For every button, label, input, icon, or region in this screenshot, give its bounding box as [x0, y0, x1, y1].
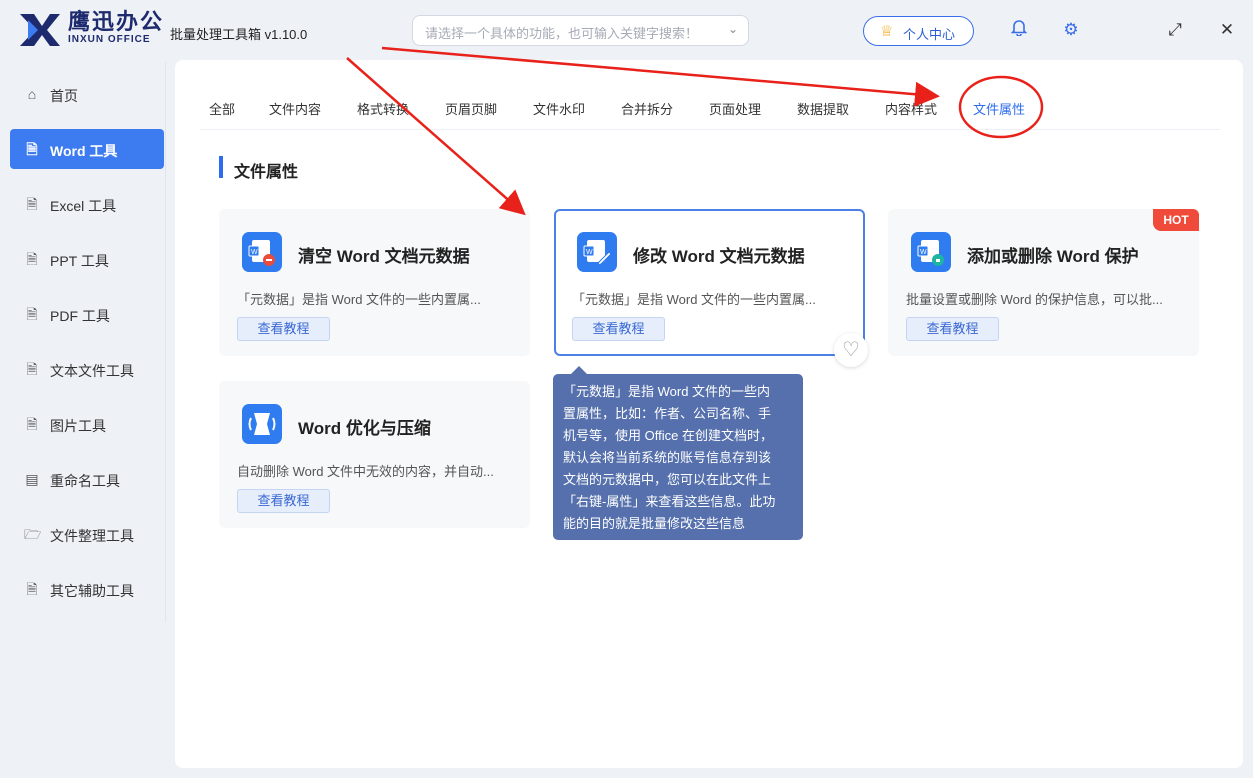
view-tutorial-button[interactable]: 查看教程 [906, 317, 999, 341]
sidebar-item-label: 其它辅助工具 [50, 583, 134, 599]
section-marker [219, 156, 223, 178]
brand-english: INXUN OFFICE [68, 34, 151, 45]
tab-merge-split[interactable]: 合并拆分 [621, 99, 673, 118]
pdf-file-icon: 🗎 [26, 306, 38, 322]
favorite-heart-icon[interactable]: ♡ [834, 333, 868, 367]
sidebar-item-pdf[interactable]: 🗎 PDF 工具 [10, 294, 164, 334]
svg-text:W: W [586, 249, 593, 256]
tab-file-content[interactable]: 文件内容 [269, 99, 321, 118]
svg-text:W: W [251, 249, 258, 256]
tab-page-processing[interactable]: 页面处理 [709, 99, 761, 118]
excel-file-icon: 🗎 [26, 196, 38, 212]
card-description: 「元数据」是指 Word 文件的一些内置属... [237, 292, 481, 307]
text-file-icon: 🗎 [26, 361, 38, 377]
tooltip-line: 默认会将当前系统的账号信息存到该 [563, 450, 772, 465]
tab-all[interactable]: 全部 [209, 99, 235, 118]
tooltip-line: 文档的元数据中，您可以在此文件上 [563, 472, 772, 487]
sidebar-item-label: PDF 工具 [50, 308, 110, 324]
sidebar-item-label: 首页 [50, 88, 78, 104]
word-protect-icon: W [911, 232, 951, 272]
sidebar-item-rename[interactable]: ▤ 重命名工具 [10, 459, 164, 499]
tooltip-line: 机号等，使用 Office 在创建文档时， [563, 428, 773, 443]
word-file-icon: 🗎 [26, 141, 38, 157]
sidebar-divider [165, 62, 166, 622]
tab-header-footer[interactable]: 页眉页脚 [445, 99, 497, 118]
tooltip-line: 能的目的就是批量修改这些信息 [563, 516, 746, 531]
view-tutorial-button[interactable]: 查看教程 [237, 317, 330, 341]
sidebar-item-image[interactable]: 🗎 图片工具 [10, 404, 164, 444]
card-title: 修改 Word 文档元数据 [633, 247, 805, 266]
compress-icon [242, 404, 282, 444]
hot-badge: HOT [1153, 209, 1199, 231]
tooltip-line: 「元数据」是指 Word 文件的一些内 [563, 384, 771, 399]
section-title: 文件属性 [234, 164, 299, 181]
search-box[interactable]: 请选择一个具体的功能，也可输入关键字搜索！ ⌄ [412, 15, 749, 46]
sidebar-item-label: 图片工具 [50, 418, 106, 434]
tab-data-extraction[interactable]: 数据提取 [797, 99, 849, 118]
title-bar: 鹰迅办公 INXUN OFFICE 批量处理工具箱 v1.10.0 请选择一个具… [0, 0, 1253, 62]
sidebar-item-other[interactable]: 🗎 其它辅助工具 [10, 569, 164, 609]
tool-card-modify-metadata[interactable]: W 修改 Word 文档元数据 「元数据」是指 Word 文件的一些内置属...… [554, 209, 865, 356]
tooltip-line: 「右键-属性」来查看这些信息。此功 [563, 494, 776, 509]
sidebar-item-excel[interactable]: 🗎 Excel 工具 [10, 184, 164, 224]
sidebar: ⌂ 首页 🗎 Word 工具 🗎 Excel 工具 🗎 PPT 工具 🗎 PDF… [0, 62, 166, 778]
ppt-file-icon: 🗎 [26, 251, 38, 267]
sidebar-item-home[interactable]: ⌂ 首页 [10, 74, 164, 114]
close-icon[interactable]: ✕ [1215, 18, 1239, 42]
brand-name: 鹰迅办公 [68, 9, 165, 34]
user-center-label: 个人中心 [903, 27, 956, 42]
chevron-down-icon[interactable]: ⌄ [728, 22, 738, 36]
tab-format-conversion[interactable]: 格式转换 [357, 99, 409, 118]
home-icon: ⌂ [27, 86, 37, 102]
image-file-icon: 🗎 [26, 416, 38, 432]
bell-icon[interactable] [1007, 18, 1031, 42]
svg-text:W: W [920, 249, 927, 256]
card-description: 自动删除 Word 文件中无效的内容，并自动... [237, 464, 494, 479]
tab-watermark[interactable]: 文件水印 [533, 99, 585, 118]
sidebar-item-text[interactable]: 🗎 文本文件工具 [10, 349, 164, 389]
sidebar-item-ppt[interactable]: 🗎 PPT 工具 [10, 239, 164, 279]
category-tabs: 全部 文件内容 格式转换 页眉页脚 文件水印 合并拆分 页面处理 数据提取 内容… [200, 90, 1220, 130]
inxun-logo-icon [20, 14, 60, 46]
app-title: 批量处理工具箱 v1.10.0 [170, 27, 308, 42]
tools-icon: 🗎 [26, 581, 38, 597]
word-edit-icon: W [577, 232, 617, 272]
brand: 鹰迅办公 INXUN OFFICE [68, 10, 164, 46]
card-description: 批量设置或删除 Word 的保护信息，可以批... [906, 292, 1163, 307]
view-tutorial-button[interactable]: 查看教程 [572, 317, 665, 341]
sidebar-item-label: Word 工具 [50, 143, 118, 159]
card-description: 「元数据」是指 Word 文件的一些内置属... [572, 292, 816, 307]
maximize-icon[interactable]: ⤢ [1163, 18, 1187, 42]
card-title: 清空 Word 文档元数据 [298, 247, 470, 266]
sidebar-item-label: PPT 工具 [50, 253, 109, 269]
sidebar-item-organize[interactable]: 🗁 文件整理工具 [10, 514, 164, 554]
description-tooltip: 「元数据」是指 Word 文件的一些内 置属性，比如：作者、公司名称、手 机号等… [553, 366, 803, 540]
sidebar-item-label: 文本文件工具 [50, 363, 134, 379]
gear-icon[interactable]: ⚙ [1059, 18, 1083, 42]
view-tutorial-button[interactable]: 查看教程 [237, 489, 330, 513]
sidebar-item-label: 重命名工具 [50, 473, 120, 489]
sidebar-item-word[interactable]: 🗎 Word 工具 [10, 129, 164, 169]
sidebar-item-label: 文件整理工具 [50, 528, 134, 544]
tool-card-clear-metadata[interactable]: W 清空 Word 文档元数据 「元数据」是指 Word 文件的一些内置属...… [219, 209, 530, 356]
tab-content-style[interactable]: 内容样式 [885, 99, 937, 118]
tab-file-properties[interactable]: 文件属性 [973, 99, 1025, 118]
word-clear-icon: W [242, 232, 282, 272]
crown-icon: ♕ [880, 23, 894, 40]
tooltip-line: 置属性，比如：作者、公司名称、手 [563, 406, 772, 421]
tool-card-optimize-compress[interactable]: Word 优化与压缩 自动删除 Word 文件中无效的内容，并自动... 查看教… [219, 381, 530, 528]
folder-icon: 🗁 [24, 526, 42, 542]
sidebar-item-label: Excel 工具 [50, 198, 117, 214]
user-center-button[interactable]: ♕ 个人中心 [863, 16, 974, 46]
search-placeholder[interactable]: 请选择一个具体的功能，也可输入关键字搜索！ [425, 23, 698, 42]
rename-icon: ▤ [25, 471, 39, 487]
tool-card-word-protection[interactable]: W 添加或删除 Word 保护 批量设置或删除 Word 的保护信息，可以批..… [888, 209, 1199, 356]
card-title: 添加或删除 Word 保护 [967, 247, 1139, 266]
card-title: Word 优化与压缩 [298, 419, 431, 438]
